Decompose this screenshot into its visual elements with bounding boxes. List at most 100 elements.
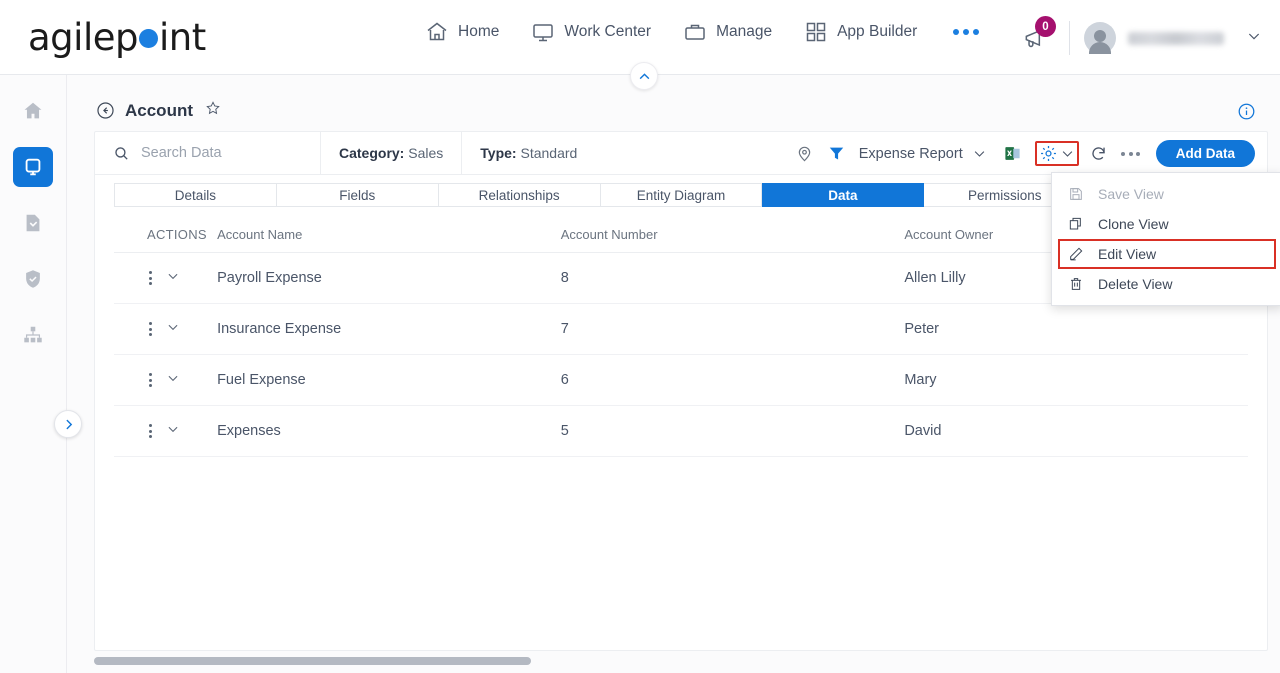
row-menu-button[interactable]: [147, 320, 154, 338]
nav-more-button[interactable]: [949, 21, 983, 43]
refresh-button[interactable]: [1083, 138, 1115, 170]
home-icon: [24, 102, 42, 119]
row-expand-chevron-down-icon[interactable]: [166, 320, 180, 338]
dot-1: [953, 29, 960, 35]
tab-details[interactable]: Details: [114, 183, 277, 207]
table-row[interactable]: Expenses 5 David: [114, 405, 1248, 457]
entity-panel: Category: Sales Type: Standard: [94, 131, 1280, 651]
view-name: Expense Report: [858, 145, 963, 162]
dot-2: [1128, 151, 1133, 156]
filter-funnel-icon: [830, 147, 844, 160]
menu-label: Delete View: [1098, 276, 1173, 292]
sidebar-item-documents[interactable]: [13, 203, 53, 243]
category-value: Sales: [408, 145, 444, 161]
home-icon: [425, 20, 449, 44]
menu-item-edit-view[interactable]: Edit View: [1058, 239, 1276, 269]
nav-item-app-builder[interactable]: App Builder: [804, 20, 917, 44]
cell-account-number: 8: [560, 252, 905, 304]
search-input[interactable]: [141, 145, 291, 161]
location-button[interactable]: [789, 138, 821, 170]
user-menu-chevron-down-icon[interactable]: [1246, 28, 1262, 49]
page-title: Account: [125, 100, 193, 120]
sidebar-item-security[interactable]: [13, 259, 53, 299]
avatar-body: [1089, 42, 1111, 54]
briefcase-icon: [683, 20, 707, 44]
avatar[interactable]: [1084, 22, 1116, 54]
notification-badge: 0: [1035, 16, 1056, 37]
row-menu-button[interactable]: [147, 269, 154, 287]
info-circle-icon[interactable]: [1237, 102, 1256, 126]
tab-entity-diagram[interactable]: Entity Diagram: [600, 183, 763, 207]
scrollbar-thumb[interactable]: [94, 657, 531, 665]
sidebar-item-hierarchy[interactable]: [13, 315, 53, 355]
logo-text-part1: agilep: [28, 15, 138, 59]
menu-item-delete-view[interactable]: Delete View: [1052, 269, 1280, 299]
dot-2: [963, 29, 970, 35]
dot-1: [1121, 151, 1126, 156]
search-container[interactable]: [95, 132, 320, 174]
menu-label: Save View: [1098, 186, 1164, 202]
row-expand-chevron-down-icon[interactable]: [166, 371, 180, 389]
row-expand-chevron-down-icon[interactable]: [166, 269, 180, 287]
dot-3: [973, 29, 980, 35]
star-icon[interactable]: [205, 100, 221, 121]
back-arrow-icon[interactable]: [96, 101, 115, 120]
main-navigation: Home Work Center Manage App Builder: [425, 20, 983, 44]
tab-fields[interactable]: Fields: [276, 183, 439, 207]
more-options-button[interactable]: [1115, 138, 1147, 170]
tab-data[interactable]: Data: [762, 183, 925, 207]
menu-label: Edit View: [1098, 246, 1157, 262]
divider: [1069, 21, 1070, 55]
view-settings-button[interactable]: [1034, 141, 1079, 166]
nav-label-manage: Manage: [716, 23, 773, 40]
category-label: Category:: [339, 145, 405, 161]
toolbar-actions: Expense Report Add Data Save View Clone …: [789, 132, 1280, 306]
top-right-controls: 0: [1015, 14, 1262, 62]
org-chart-icon: [24, 326, 42, 343]
add-data-button[interactable]: Add Data: [1155, 140, 1255, 167]
chevron-down-icon[interactable]: [1060, 146, 1075, 161]
dot-3: [1136, 151, 1141, 156]
cell-account-owner: Mary: [904, 354, 1248, 406]
sidebar-item-app-builder[interactable]: [13, 147, 53, 187]
menu-item-save-view[interactable]: Save View: [1052, 179, 1280, 209]
column-header-account-number: Account Number: [560, 219, 905, 253]
header-collapse-button[interactable]: [630, 62, 658, 90]
nav-label-work-center: Work Center: [564, 23, 652, 40]
nav-item-manage[interactable]: Manage: [683, 20, 772, 44]
page-header: Account: [96, 100, 221, 121]
cell-account-name: Payroll Expense: [217, 252, 561, 304]
monitor-icon: [531, 20, 555, 44]
chevron-up-icon: [639, 72, 649, 79]
menu-item-clone-view[interactable]: Clone View: [1052, 209, 1280, 239]
view-selector[interactable]: Expense Report: [853, 146, 997, 162]
filter-button[interactable]: [821, 138, 853, 170]
type-value: Standard: [520, 145, 578, 161]
row-expand-chevron-down-icon[interactable]: [166, 422, 180, 440]
row-menu-button[interactable]: [147, 422, 154, 440]
sidebar-item-home[interactable]: [13, 91, 53, 131]
document-check-icon: [26, 214, 40, 232]
refresh-icon: [1092, 147, 1105, 160]
cell-account-name: Expenses: [217, 405, 561, 457]
logo-blue-dot: [138, 28, 158, 48]
chevron-down-icon: [974, 151, 985, 157]
table-row[interactable]: Insurance Expense 7 Peter: [114, 303, 1248, 355]
export-excel-button[interactable]: [997, 138, 1029, 170]
trash-icon: [1071, 278, 1081, 290]
nav-label-app-builder: App Builder: [837, 23, 918, 40]
announcements-button[interactable]: 0: [1015, 16, 1056, 58]
agilepoint-logo[interactable]: agilep int: [28, 15, 206, 59]
save-disk-icon: [1070, 188, 1082, 200]
nav-item-work-center[interactable]: Work Center: [531, 20, 651, 44]
horizontal-scrollbar[interactable]: [94, 657, 1268, 666]
table-row[interactable]: Fuel Expense 6 Mary: [114, 354, 1248, 406]
sidebar-expand-button[interactable]: [54, 410, 82, 438]
application-window: agilep int Home Work Center Manage App B…: [0, 0, 1280, 673]
tab-relationships[interactable]: Relationships: [438, 183, 601, 207]
cell-account-owner: David: [904, 405, 1248, 457]
nav-item-home[interactable]: Home: [425, 20, 499, 44]
row-menu-button[interactable]: [147, 371, 154, 389]
search-icon: [115, 146, 128, 160]
grid-icon: [804, 20, 828, 44]
